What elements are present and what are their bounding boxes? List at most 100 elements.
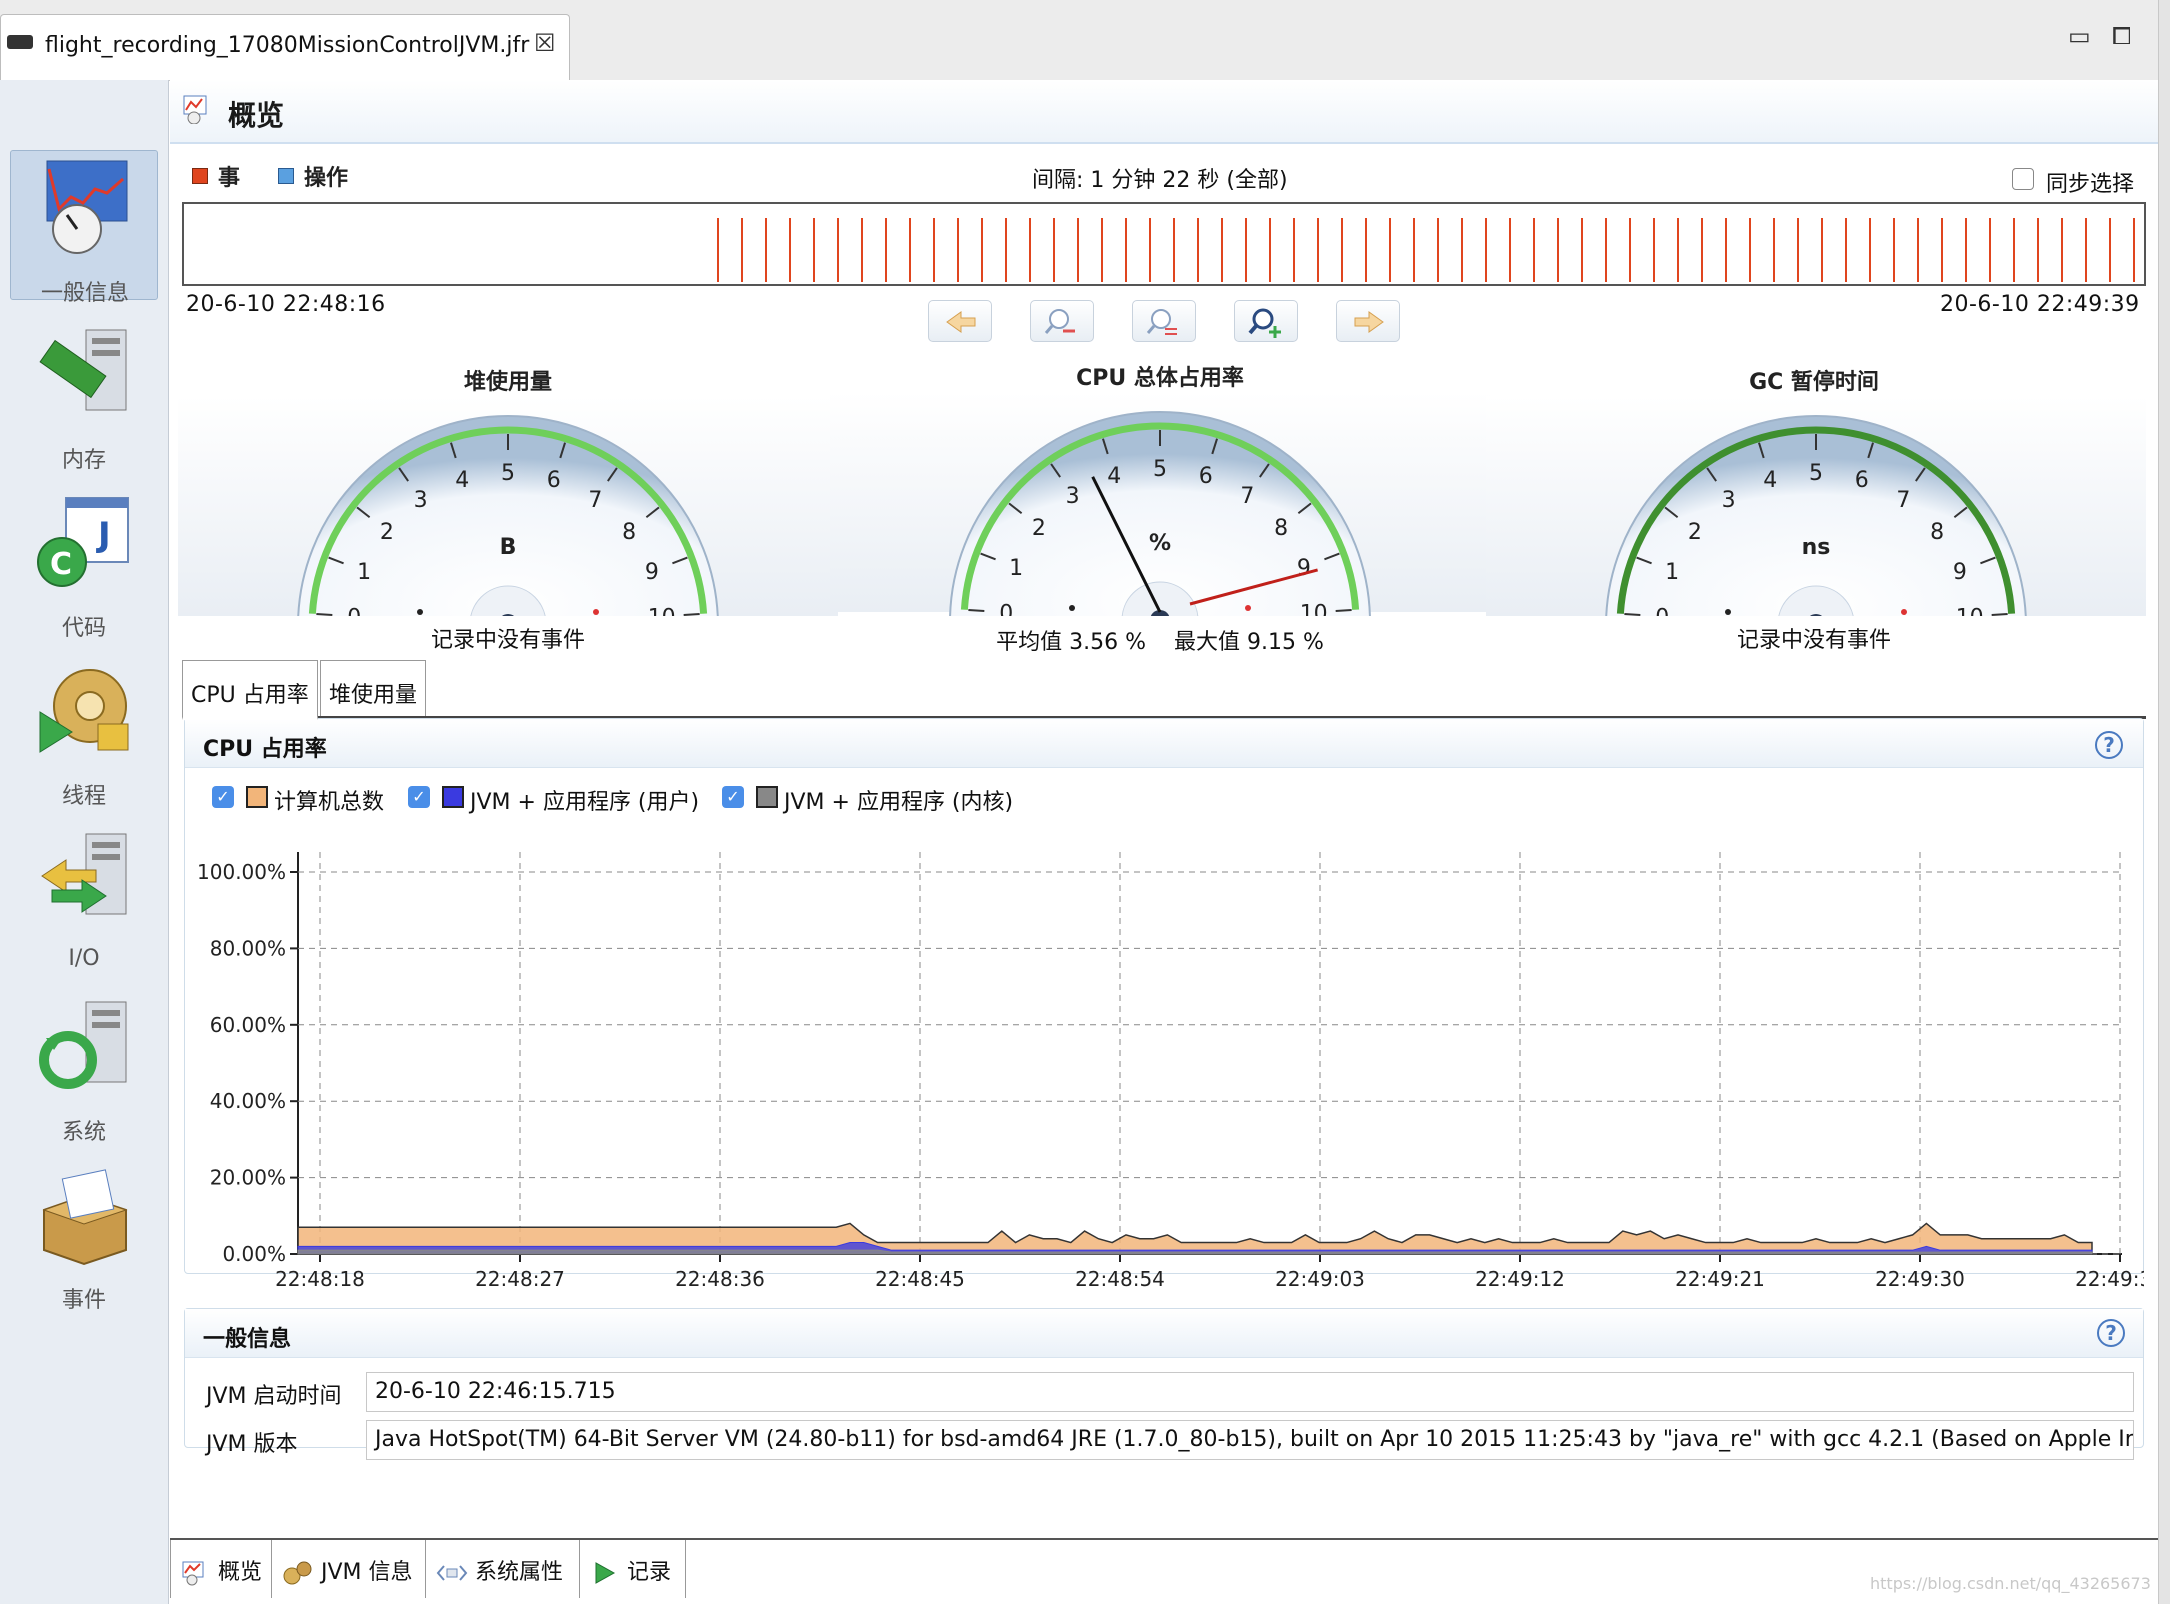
y-tick-label: 100.00% xyxy=(197,860,286,884)
gauge-tick xyxy=(316,612,333,616)
pan-left-button[interactable] xyxy=(928,300,992,342)
x-tick-label: 22:49:12 xyxy=(1475,1267,1565,1291)
arrow-left-icon xyxy=(946,311,976,333)
gauge-tick-label: 3 xyxy=(414,488,428,513)
series-checkbox-total[interactable]: ✓ xyxy=(212,786,234,808)
sidebar-item-memory[interactable]: 内存 xyxy=(10,318,158,473)
tab-overview[interactable]: 概览 xyxy=(170,1540,272,1598)
threads-icon xyxy=(39,669,129,753)
sidebar-item-label: 线程 xyxy=(61,784,106,809)
gears-icon xyxy=(283,1561,312,1585)
legend-ops-swatch xyxy=(278,168,294,184)
tab-label: 概览 xyxy=(218,1560,263,1585)
svg-text:C: C xyxy=(50,547,72,582)
gc-pause-gauge: 0 123 4 5 6 789 10 ns xyxy=(1486,396,2146,616)
gauge-unit: B xyxy=(500,535,517,560)
sidebar-item-label: 事件 xyxy=(61,1288,106,1313)
sidebar-item-label: I/O xyxy=(68,946,100,971)
gauge-tick-label: 3 xyxy=(1722,488,1736,513)
help-icon[interactable]: ? xyxy=(2095,731,2123,759)
gauge-tick-label: 5 xyxy=(1809,461,1823,486)
gauge-tick xyxy=(1624,612,1641,616)
sidebar-item-label: 内存 xyxy=(61,448,106,473)
sidebar-item-threads[interactable]: 线程 xyxy=(10,654,158,809)
gauge-tick-label: 6 xyxy=(1199,464,1213,489)
gauge-tick-label: 10 xyxy=(1956,605,1984,616)
sidebar-item-label: 一般信息 xyxy=(40,281,129,306)
timeline-end: 20-6-10 22:49:39 xyxy=(1940,292,2140,317)
zoom-fit-icon xyxy=(1146,309,1177,335)
general-info-header: 一般信息 ? xyxy=(185,1309,2143,1358)
sidebar-item-code[interactable]: J C 代码 xyxy=(10,486,158,641)
y-tick-label: 0.00% xyxy=(222,1242,286,1266)
play-icon xyxy=(595,1562,616,1584)
gauge-tick-label: 4 xyxy=(1107,464,1121,489)
jvm-version-field[interactable]: Java HotSpot(TM) 64-Bit Server VM (24.80… xyxy=(366,1420,2134,1460)
timeline-events xyxy=(717,218,2135,282)
sidebar-item-system[interactable]: 系统 xyxy=(10,990,158,1145)
sync-selection-checkbox[interactable] xyxy=(2012,168,2034,190)
gauge-tick-label: 10 xyxy=(1300,601,1328,616)
tab-label: 系统属性 xyxy=(475,1560,564,1585)
sidebar-item-general-info[interactable]: 一般信息 xyxy=(10,150,158,306)
x-tick-label: 22:49:21 xyxy=(1675,1267,1765,1291)
gauge-tick-label: 7 xyxy=(1896,488,1910,513)
gauge-tick-label: 9 xyxy=(1953,560,1967,585)
y-tick-label: 60.00% xyxy=(210,1013,286,1037)
cpu-usage-chart[interactable]: 100.00%80.00%60.00%40.00%20.00%0.00%22:4… xyxy=(184,826,2144,1296)
sidebar-item-events[interactable]: 事件 xyxy=(10,1158,158,1313)
editor-tab-title: flight_recording_17080MissionControlJVM.… xyxy=(45,33,530,58)
gauge-tick-label: 9 xyxy=(645,560,659,585)
gauge-tick-label: 3 xyxy=(1066,484,1080,509)
general-info-title: 一般信息 xyxy=(203,1327,292,1352)
jvm-start-time-field[interactable]: 20-6-10 22:46:15.715 xyxy=(366,1372,2134,1412)
help-icon[interactable]: ? xyxy=(2097,1319,2125,1347)
legend-events-swatch xyxy=(192,168,208,184)
gauge-status-cpu: 平均值 3.56 % 最大值 9.15 % xyxy=(996,630,1324,655)
gauge-tick xyxy=(683,612,700,616)
gauge-title-gc: GC 暂停时间 xyxy=(1749,370,1879,395)
event-timeline[interactable] xyxy=(182,202,2146,286)
gauge-tick-label: 9 xyxy=(1297,556,1311,581)
zoom-reset-button[interactable] xyxy=(1132,300,1196,342)
watermark-text: https://blog.csdn.net/qq_43265673 xyxy=(1870,1574,2151,1593)
minimize-icon[interactable]: ▭ xyxy=(2068,22,2091,50)
cpu-section-title: CPU 占用率 xyxy=(203,737,327,762)
tab-close-icon[interactable]: ☒ xyxy=(534,29,556,57)
gauge-tick xyxy=(1991,612,2008,616)
page-title: 概览 xyxy=(228,99,285,132)
series-checkbox-kernel[interactable]: ✓ xyxy=(722,786,744,808)
events-icon xyxy=(42,1169,128,1266)
page-header: 概览 xyxy=(170,80,2158,144)
tab-system-properties[interactable]: 系统属性 xyxy=(426,1540,580,1598)
gauge-tick xyxy=(1335,608,1352,612)
pan-right-button[interactable] xyxy=(1336,300,1400,342)
gauge-tick-label: 8 xyxy=(1274,516,1288,541)
general-info-gauge-icon xyxy=(46,160,128,254)
gauge-tick-label: 1 xyxy=(1009,556,1023,581)
gauge-status-heap: 记录中没有事件 xyxy=(430,628,585,653)
gauge-tick-label: 5 xyxy=(1153,457,1167,482)
gauge-tick-label: 0 xyxy=(1655,605,1669,616)
tab-label: 记录 xyxy=(627,1560,672,1585)
editor-tab[interactable]: flight_recording_17080MissionControlJVM.… xyxy=(0,14,570,80)
tab-cpu-usage[interactable]: CPU 占用率 xyxy=(182,660,318,720)
interval-label: 间隔: 1 分钟 22 秒 (全部) xyxy=(1032,168,1288,193)
svg-text:J: J xyxy=(96,515,111,555)
x-tick-label: 22:49:03 xyxy=(1275,1267,1365,1291)
x-tick-label: 22:49:39 xyxy=(2075,1267,2144,1291)
tab-heap-usage[interactable]: 堆使用量 xyxy=(320,660,427,720)
memory-icon xyxy=(39,329,127,411)
sidebar-item-io[interactable]: I/O xyxy=(10,822,158,972)
code-icon: J C xyxy=(37,497,129,587)
tab-jvm-info[interactable]: JVM 信息 xyxy=(272,1540,426,1598)
gauge-unit: ns xyxy=(1802,535,1831,560)
gauge-tick-label: 10 xyxy=(648,605,676,616)
x-tick-label: 22:48:27 xyxy=(475,1267,565,1291)
zoom-out-button[interactable] xyxy=(1030,300,1094,342)
zoom-in-button[interactable] xyxy=(1234,300,1298,342)
tab-recording[interactable]: 记录 xyxy=(580,1540,686,1598)
maximize-icon[interactable]: ⧠ xyxy=(2112,22,2131,50)
series-checkbox-user[interactable]: ✓ xyxy=(408,786,430,808)
zoom-in-icon xyxy=(1248,308,1281,338)
